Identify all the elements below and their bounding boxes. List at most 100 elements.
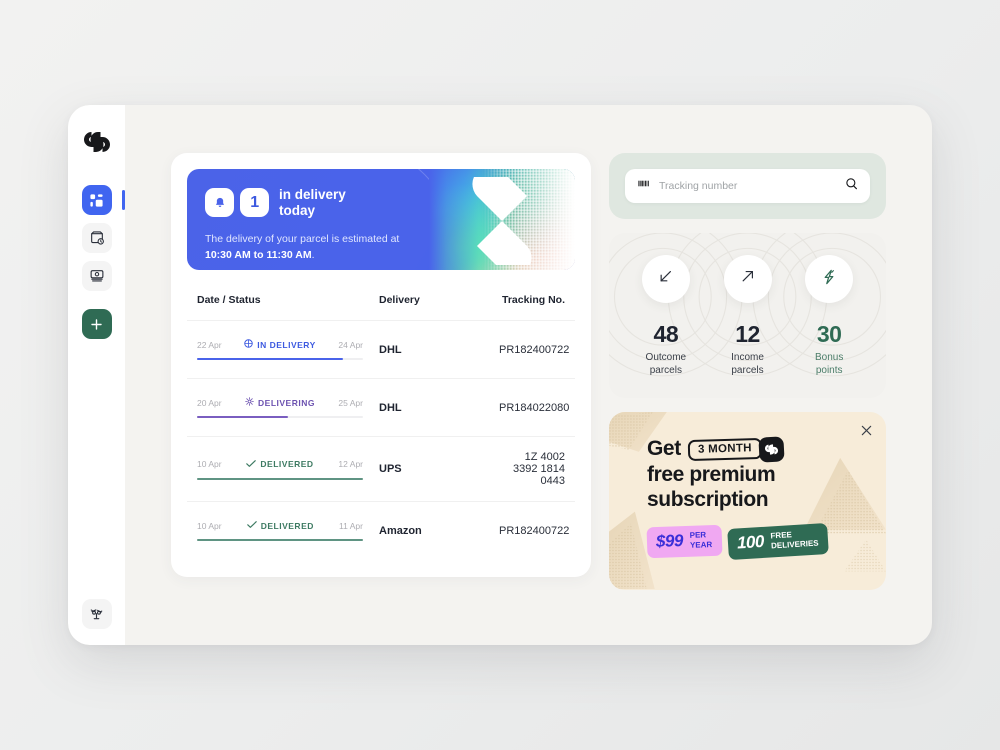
- row-end-date: 12 Apr: [338, 459, 363, 469]
- row-status-badge: DELIVERED: [246, 459, 313, 470]
- stat-item[interactable]: 12 Income parcels: [707, 255, 789, 378]
- promo-card[interactable]: Get 3 MONTH free premium subscription $9…: [609, 411, 886, 590]
- stats-row: 48 Outcome parcels 12 Income parcels 30 Bonus po…: [625, 255, 870, 378]
- box-stack-icon: [90, 270, 103, 282]
- row-tracking-number[interactable]: PR184022080: [499, 402, 569, 414]
- promo-deliveries-label: FREE DELIVERIES: [770, 528, 819, 551]
- stat-label-line2: parcels: [731, 364, 764, 376]
- row-progress-fill: [197, 539, 363, 541]
- promo-line-1: Get 3 MONTH: [647, 435, 886, 463]
- promo-price-tag: $99 PER YEAR: [646, 524, 723, 559]
- stat-item[interactable]: 30 Bonus points: [788, 255, 870, 378]
- row-status-cell: 10 Apr DELIVERED 12 Apr: [197, 459, 379, 480]
- table-row[interactable]: 22 Apr IN DELIVERY 24 Apr DHL PR182400722: [187, 320, 575, 378]
- parcel-brand-logo-icon[interactable]: [82, 127, 112, 157]
- stat-value: 48: [653, 321, 679, 347]
- tracking-search-card: [609, 153, 886, 219]
- banner-sub-middle: estimated at: [342, 232, 400, 245]
- row-status-line: 10 Apr DELIVERED 11 Apr: [197, 520, 363, 531]
- stat-icon-circle: [723, 255, 772, 303]
- stat-label-line1: Bonus: [815, 352, 844, 363]
- banner-gradient-artwork: [429, 169, 575, 270]
- banner-sub-suffix: .: [311, 248, 315, 261]
- sidebar: [68, 105, 125, 645]
- right-column: 48Outcomeparcels12Incomeparcels30Bonuspo…: [609, 153, 886, 590]
- stat-icon-circle: [805, 255, 854, 303]
- barcode-icon: [637, 177, 650, 195]
- search-input[interactable]: [659, 180, 836, 192]
- deliveries-table-body: 22 Apr IN DELIVERY 24 Apr DHL PR182400722 20 …: [187, 320, 575, 559]
- row-status-badge: DELIVERING: [245, 397, 315, 408]
- check-icon: [246, 520, 257, 531]
- search-icon[interactable]: [845, 177, 858, 195]
- stat-label-line1: Outcome: [645, 352, 687, 363]
- row-progress-fill: [197, 358, 344, 360]
- row-carrier: DHL: [379, 401, 402, 414]
- row-start-date: 10 Apr: [197, 459, 222, 469]
- deliveries-card: 1 in delivery today The delivery of your…: [171, 153, 591, 577]
- stat-label: Bonus points: [815, 352, 843, 378]
- stat-item[interactable]: 48 Outcome parcels: [625, 255, 707, 378]
- row-tracking-number[interactable]: 1Z 4002 3392 1814 0443: [499, 451, 565, 487]
- row-tracking-number[interactable]: PR182400722: [499, 344, 569, 356]
- left-column: 1 in delivery today The delivery of your…: [171, 153, 591, 577]
- banner-sub-prefix: The delivery of your parcel is: [205, 232, 340, 245]
- stat-value: 30: [816, 321, 842, 347]
- promo-close-button[interactable]: [858, 423, 874, 439]
- table-row[interactable]: 10 Apr DELIVERED 12 Apr UPS 1Z 4002 3392 181…: [187, 436, 575, 501]
- row-status-cell: 10 Apr DELIVERED 11 Apr: [197, 520, 379, 541]
- row-progress-track: [197, 416, 363, 418]
- banner-headline-line2: today: [279, 202, 316, 218]
- table-row[interactable]: 20 Apr DELIVERING 25 Apr DHL PR184022080: [187, 378, 575, 436]
- banner-sub-time: 10:30 AM to 11:30 AM: [205, 248, 312, 261]
- row-status-badge: DELIVERED: [246, 520, 314, 531]
- sidebar-item-dashboard[interactable]: [81, 185, 125, 215]
- grid-icon: [90, 193, 103, 207]
- row-start-date: 10 Apr: [197, 520, 222, 531]
- search-box[interactable]: [625, 169, 870, 203]
- table-row[interactable]: 10 Apr DELIVERED 11 Apr Amazon PR182400722: [187, 501, 575, 559]
- row-tracking-number[interactable]: PR182400722: [499, 525, 569, 537]
- row-status-line: 20 Apr DELIVERING 25 Apr: [197, 397, 363, 408]
- row-status-label: IN DELIVERY: [257, 339, 316, 350]
- sidebar-item-add[interactable]: [81, 309, 112, 339]
- sidebar-bottom: [81, 599, 112, 629]
- close-icon: [861, 425, 871, 436]
- promo-content: Get 3 MONTH free premium subscription $9…: [609, 412, 886, 560]
- stats-card: 48 Outcome parcels 12 Income parcels 30 Bonus po…: [609, 233, 886, 398]
- plus-icon: [91, 318, 102, 330]
- row-end-date: 24 Apr: [338, 339, 363, 350]
- row-status-line: 10 Apr DELIVERED 12 Apr: [197, 459, 363, 470]
- sidebar-item-support[interactable]: [81, 599, 112, 629]
- row-status-label: DELIVERING: [258, 397, 315, 408]
- row-progress-track: [197, 477, 363, 480]
- sidebar-item-parcels[interactable]: [81, 223, 112, 253]
- promo-price-period: PER YEAR: [690, 530, 713, 551]
- in-delivery-icon: [244, 339, 253, 350]
- stat-label-line1: Income: [731, 352, 764, 363]
- sidebar-nav-list: [81, 185, 125, 339]
- row-progress-track: [197, 358, 363, 360]
- column-header-tracking: Tracking No.: [501, 294, 565, 306]
- main-content: 1 in delivery today The delivery of your…: [125, 105, 932, 645]
- row-progress-track: [197, 539, 363, 541]
- lightning-bolt-icon: [820, 268, 838, 291]
- delivery-banner[interactable]: 1 in delivery today The delivery of your…: [187, 169, 575, 270]
- promo-deliveries-count: 100: [736, 531, 765, 553]
- row-status-line: 22 Apr IN DELIVERY 24 Apr: [197, 339, 363, 350]
- stat-icon-circle: [641, 255, 690, 303]
- delivery-count-pill: 1: [240, 188, 269, 218]
- stat-value: 12: [735, 321, 760, 347]
- bell-icon-pill: [205, 188, 234, 218]
- arrow-up-right-icon: [739, 268, 756, 290]
- row-start-date: 22 Apr: [197, 339, 222, 350]
- delivering-icon: [245, 397, 254, 408]
- banner-header: 1 in delivery today: [205, 187, 575, 219]
- row-carrier: DHL: [379, 343, 402, 356]
- app-window: 1 in delivery today The delivery of your…: [68, 105, 932, 645]
- banner-subtext: The delivery of your parcel is estimated…: [205, 232, 420, 264]
- promo-get-label: Get: [647, 437, 681, 461]
- sidebar-item-archive[interactable]: [81, 261, 112, 291]
- row-status-cell: 20 Apr DELIVERING 25 Apr: [197, 397, 379, 418]
- promo-tags: $99 PER YEAR 100 FREE DELIVERIES: [646, 522, 886, 560]
